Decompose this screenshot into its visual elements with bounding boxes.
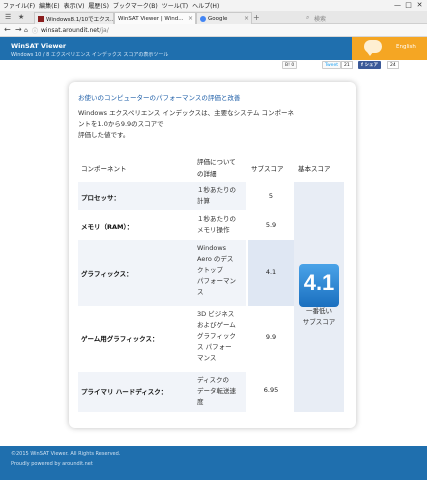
minimize-button[interactable]: — <box>392 0 403 10</box>
subscore-value: 4.1 <box>265 268 277 276</box>
bookmark-star-icon[interactable]: ★ <box>18 13 24 21</box>
close-tab-icon[interactable]: × <box>188 15 193 22</box>
tab-bar: ☰ ★ Windows8.1/10でエクス... × WinSAT Viewer… <box>0 11 427 24</box>
hatena-bookmark-button[interactable]: B! 0 <box>282 61 298 69</box>
component-name: メモリ（RAM）： <box>81 223 134 231</box>
menu-bookmarks[interactable]: ブックマーク(B) <box>113 1 158 10</box>
site-favicon <box>38 15 44 22</box>
subscore-value: 5.9 <box>265 221 277 229</box>
card-description: Windows エクスペリエンス インデックスは、主要なシステム コンポーネ ン… <box>78 109 295 139</box>
component-detail: 3D ビジネス およびゲーム グラフィックス パフォー マンス <box>197 310 236 362</box>
menu-tools[interactable]: ツール(T) <box>162 1 188 10</box>
tweet-count: 21 <box>341 61 353 69</box>
tab-scroll-left-icon[interactable]: ☰ <box>5 13 11 21</box>
footer-copyright: ©2015 WinSAT Viewer. All Rights Reserved… <box>11 451 121 457</box>
maximize-button[interactable]: □ <box>403 0 414 10</box>
tab-winsat-viewer[interactable]: WinSAT Viewer | Wind... × <box>114 12 196 24</box>
card-heading: お使いのコンピューターのパフォーマンスの評価と改善 <box>78 94 241 102</box>
component-name: プロセッサ： <box>81 194 120 202</box>
speech-bubble-icon <box>364 40 382 56</box>
subscore-value: 6.95 <box>263 386 279 394</box>
menu-help[interactable]: ヘルプ(H) <box>192 1 219 10</box>
header-component: コンポーネント <box>81 165 127 173</box>
component-name: ゲーム用グラフィックス： <box>81 335 159 343</box>
menu-edit[interactable]: 編集(E) <box>39 1 59 10</box>
component-name: グラフィックス： <box>81 270 133 278</box>
component-detail: １秒あたりの メモリ操作 <box>197 215 236 234</box>
subscore-value: 9.9 <box>265 333 277 341</box>
menu-history[interactable]: 履歴(S) <box>88 1 109 10</box>
component-detail: Windows Aero のデス クトップ パフォーマンス <box>197 244 236 296</box>
header-detail: 評価について <box>197 158 236 166</box>
site-subtitle: Windows 10 / 8 エクスペリエンス インデックス スコアの表示ツール <box>11 52 169 58</box>
facebook-count: 24 <box>387 61 399 69</box>
home-icon[interactable]: ⌂ <box>24 27 28 34</box>
facebook-share-button[interactable]: f シェア <box>358 61 382 69</box>
footer-powered-by[interactable]: Proudly powered by aroundit.net <box>11 461 93 467</box>
back-icon[interactable]: ← <box>4 25 11 34</box>
forward-icon[interactable]: → <box>15 25 22 34</box>
subscore-value: 5 <box>268 192 274 200</box>
navigation-bar: ← → ⌂ ⓘ winsat.aroundit.net /ja/ <box>0 24 427 37</box>
close-window-button[interactable]: ✕ <box>414 0 425 10</box>
close-tab-icon[interactable]: × <box>244 15 249 22</box>
tab-windows-article[interactable]: Windows8.1/10でエクス... × <box>34 12 114 24</box>
tweet-button[interactable]: Tweet <box>322 61 341 69</box>
header-basescore: 基本スコア <box>298 165 331 173</box>
info-icon: ⓘ <box>32 28 39 35</box>
header-subscore: サブスコア <box>251 165 284 173</box>
google-favicon <box>200 15 206 22</box>
component-detail: ディスクの データ転送速度 <box>197 376 236 406</box>
menu-bar: ファイル(F) 編集(E) 表示(V) 履歴(S) ブックマーク(B) ツール(… <box>0 0 427 11</box>
menu-view[interactable]: 表示(V) <box>64 1 85 10</box>
base-score-note: 一番低い サブスコア <box>302 307 336 326</box>
site-title[interactable]: WinSAT Viewer <box>11 42 66 50</box>
header-detail-2: の詳細 <box>197 170 217 178</box>
tab-google[interactable]: Google × <box>196 12 252 24</box>
base-score-value: 4.1 <box>303 270 335 295</box>
new-tab-button[interactable]: + <box>253 13 260 22</box>
english-link[interactable]: English <box>396 44 416 50</box>
address-bar[interactable]: ⓘ winsat.aroundit.net /ja/ <box>32 26 109 35</box>
search-icon: ⌕ <box>306 14 310 21</box>
component-name: プライマリ ハードディスク： <box>81 388 168 396</box>
menu-file[interactable]: ファイル(F) <box>3 1 35 10</box>
component-detail: １秒あたりの 計算 <box>197 186 236 205</box>
search-input[interactable]: 検索 <box>314 14 326 23</box>
